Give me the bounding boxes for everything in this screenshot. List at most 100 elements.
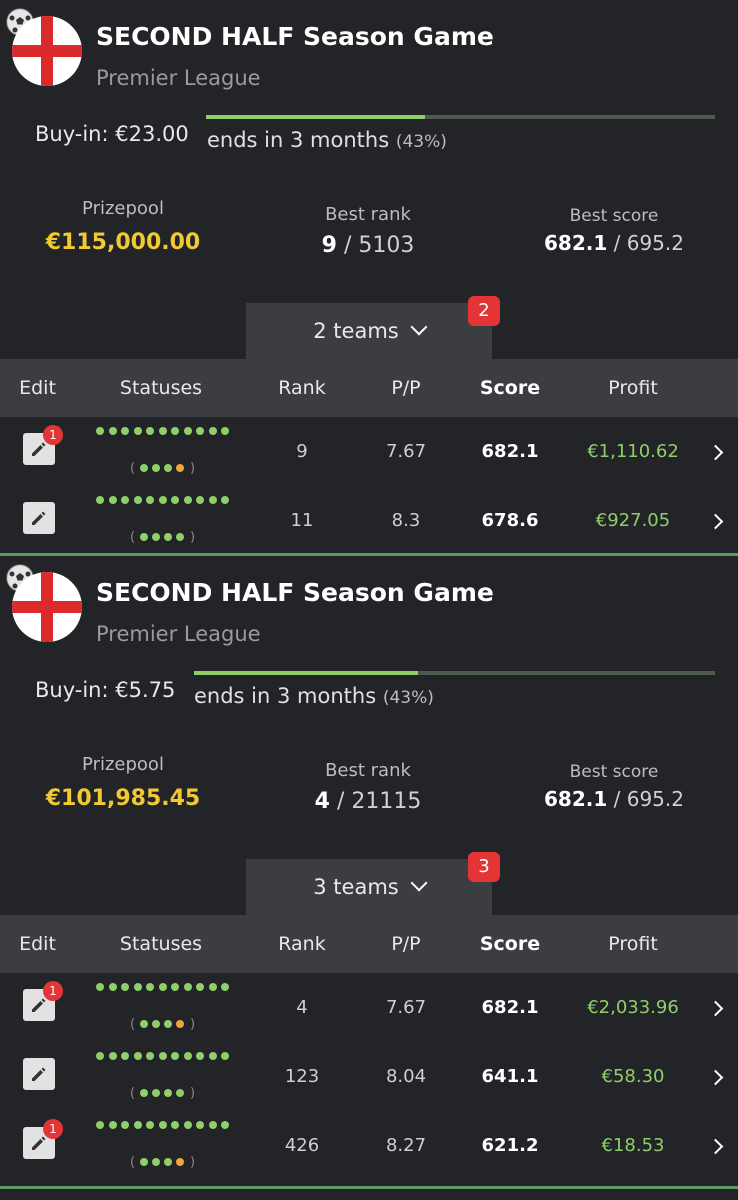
- score-cell: 682.1: [481, 441, 539, 462]
- progress-fill: [194, 671, 419, 675]
- status-dot: [96, 1121, 104, 1129]
- paren-open: (: [130, 1086, 136, 1101]
- rank-cell: 426: [284, 1135, 320, 1156]
- col-profit[interactable]: Profit: [578, 915, 688, 973]
- ends-percent: (43%): [382, 688, 434, 708]
- paren-close: ): [190, 1155, 196, 1170]
- chevron-right-icon[interactable]: [707, 513, 724, 530]
- ends-in-text: ends in 3 months (43%): [207, 128, 447, 152]
- chevron-right-icon[interactable]: [707, 444, 724, 461]
- contest-card: SECOND HALF Season Game Premier League Buy…: [0, 0, 738, 556]
- pencil-icon: [32, 511, 46, 525]
- status-dot: [96, 427, 104, 435]
- teams-toggle[interactable]: 3 teams: [246, 859, 492, 915]
- status-dot: [158, 1121, 167, 1129]
- col-pp[interactable]: P/P: [366, 915, 446, 973]
- table-header: Edit Statuses Rank P/P Score Profit: [0, 915, 738, 973]
- col-score[interactable]: Score: [460, 915, 560, 973]
- contest-title[interactable]: SECOND HALF Season Game: [96, 22, 494, 51]
- best-rank-label: Best rank: [325, 204, 411, 225]
- edit-button[interactable]: [23, 502, 55, 534]
- col-rank[interactable]: Rank: [262, 359, 342, 417]
- status-dot: [133, 496, 142, 504]
- status-dot: [208, 1052, 217, 1060]
- edit-button[interactable]: [23, 1058, 55, 1090]
- paren-open: (: [130, 1017, 136, 1032]
- team-row[interactable]: 1 () 9 7.67 682.1 €1,110.62: [0, 417, 738, 486]
- status-dot: [158, 983, 167, 991]
- status-dot: [208, 427, 217, 435]
- status-dot: [183, 1121, 192, 1129]
- flag-cross-horizontal: [12, 601, 82, 613]
- status-dot: [133, 1052, 142, 1060]
- sub-status-dots: (): [130, 459, 200, 477]
- sub-status-dot: [176, 1089, 184, 1097]
- status-dot: [121, 983, 129, 991]
- score-cell: 641.1: [481, 1066, 539, 1087]
- best-score-value: 682.1 / 695.2: [514, 231, 714, 255]
- best-rank-value: 4 / 21115: [268, 789, 468, 814]
- status-dot: [196, 1121, 204, 1129]
- chevron-right-icon[interactable]: [707, 1069, 724, 1086]
- sub-status-dot: [164, 464, 172, 472]
- team-row[interactable]: () 11 8.3 678.6 €927.05: [0, 486, 738, 555]
- col-statuses[interactable]: Statuses: [96, 915, 226, 973]
- england-flag-icon: [12, 572, 82, 642]
- buy-in: Buy-in: €5.75: [35, 678, 176, 702]
- status-dot: [146, 1121, 154, 1129]
- col-edit[interactable]: Edit: [0, 915, 75, 973]
- teams-label: 3 teams: [313, 875, 399, 899]
- best-rank-label: Best rank: [325, 760, 411, 781]
- status-dot: [108, 1052, 117, 1060]
- rank-cell: 9: [296, 441, 308, 462]
- best-score-label: Best score: [569, 206, 659, 226]
- status-dot: [158, 427, 167, 435]
- teams-toggle[interactable]: 2 teams: [246, 303, 492, 359]
- col-edit[interactable]: Edit: [0, 359, 75, 417]
- sub-status-dot: [152, 533, 160, 541]
- status-dot: [221, 983, 229, 991]
- status-dot: [196, 983, 204, 991]
- col-profit[interactable]: Profit: [578, 359, 688, 417]
- sub-status-dot: [140, 533, 148, 541]
- sub-status-dot: [152, 1020, 160, 1028]
- notification-badge: 1: [43, 425, 63, 445]
- status-dot: [221, 427, 229, 435]
- col-statuses[interactable]: Statuses: [96, 359, 226, 417]
- status-dot: [96, 1052, 104, 1060]
- contest-title[interactable]: SECOND HALF Season Game: [96, 578, 494, 607]
- best-rank-value: 9 / 5103: [268, 233, 468, 258]
- profit-cell: €1,110.62: [587, 441, 679, 462]
- status-dots: [96, 1121, 236, 1133]
- team-row[interactable]: 1 () 4 7.67 682.1 €2,033.96: [0, 973, 738, 1042]
- paren-open: (: [130, 530, 136, 545]
- status-dot: [146, 496, 154, 504]
- status-dot: [196, 427, 204, 435]
- profit-cell: €58.30: [601, 1066, 665, 1087]
- status-dot: [133, 1121, 142, 1129]
- chevron-right-icon[interactable]: [707, 1138, 724, 1155]
- pp-cell: 8.04: [385, 1066, 427, 1087]
- status-dot: [171, 496, 179, 504]
- sub-status-dots: (): [130, 1153, 200, 1171]
- status-dot: [221, 496, 229, 504]
- team-row[interactable]: () 123 8.04 641.1 €58.30: [0, 1042, 738, 1111]
- pencil-icon: [32, 1136, 46, 1150]
- col-pp[interactable]: P/P: [366, 359, 446, 417]
- chevron-right-icon[interactable]: [707, 1000, 724, 1017]
- pp-cell: 8.3: [391, 510, 421, 531]
- paren-open: (: [130, 1155, 136, 1170]
- col-score[interactable]: Score: [460, 359, 560, 417]
- prizepool-label: Prizepool: [82, 198, 164, 219]
- status-dot: [133, 983, 142, 991]
- status-dot: [196, 1052, 204, 1060]
- status-dot: [221, 1121, 229, 1129]
- sub-status-dot: [176, 1020, 184, 1028]
- paren-open: (: [130, 461, 136, 476]
- team-row[interactable]: 1 () 426 8.27 621.2 €18.53: [0, 1111, 738, 1180]
- ends-percent: (43%): [395, 132, 447, 152]
- col-rank[interactable]: Rank: [262, 915, 342, 973]
- paren-close: ): [190, 461, 196, 476]
- sub-status-dot: [164, 533, 172, 541]
- ends-in-text: ends in 3 months (43%): [194, 684, 434, 708]
